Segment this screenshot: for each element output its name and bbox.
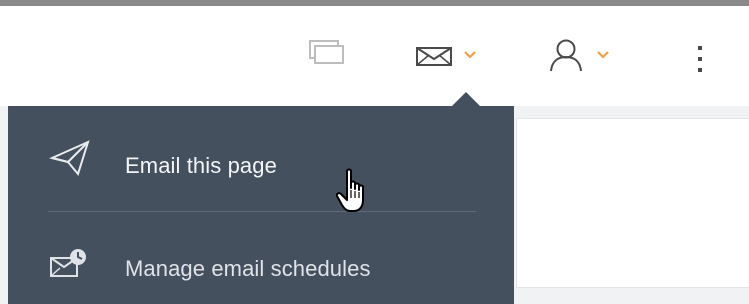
chevron-down-icon xyxy=(464,51,476,59)
hand-cursor-icon xyxy=(335,168,376,221)
user-menu-button[interactable] xyxy=(548,36,620,72)
more-options-button[interactable] xyxy=(692,38,708,78)
window-stack-icon xyxy=(309,40,344,64)
chevron-down-icon xyxy=(597,51,609,59)
menu-item-label: Email this page xyxy=(125,153,277,178)
menu-item-manage-email-schedules[interactable]: Manage email schedules xyxy=(8,214,514,304)
email-dropdown-menu: Email this page Manage email schedules xyxy=(8,106,514,304)
user-icon xyxy=(550,39,582,72)
menu-divider xyxy=(48,211,476,212)
menu-item-label: Manage email schedules xyxy=(125,256,371,281)
dropdown-caret xyxy=(452,92,480,106)
content-panel xyxy=(516,118,749,288)
email-menu-button[interactable] xyxy=(415,44,485,68)
menu-item-email-this-page[interactable]: Email this page xyxy=(8,120,514,212)
vertical-ellipsis-icon xyxy=(698,46,702,72)
envelope-icon xyxy=(416,47,452,66)
email-clock-icon xyxy=(50,249,86,277)
window-stack-button[interactable] xyxy=(305,38,345,66)
paper-plane-icon xyxy=(48,140,90,177)
header-toolbar xyxy=(0,6,749,106)
